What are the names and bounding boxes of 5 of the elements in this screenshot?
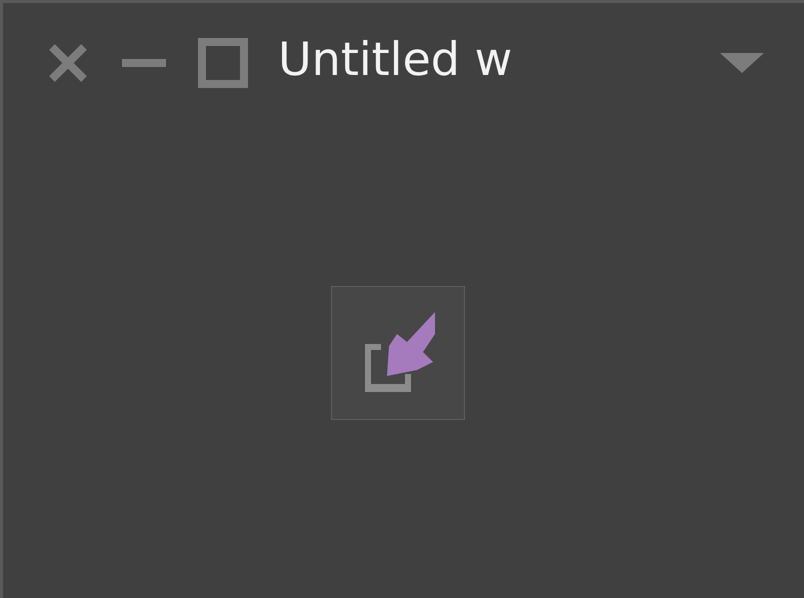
window-title: Untitled w bbox=[278, 32, 512, 88]
dropdown-icon[interactable] bbox=[720, 53, 764, 73]
dock-button[interactable] bbox=[330, 286, 464, 420]
close-icon[interactable] bbox=[48, 43, 88, 83]
maximize-icon[interactable] bbox=[198, 38, 248, 88]
